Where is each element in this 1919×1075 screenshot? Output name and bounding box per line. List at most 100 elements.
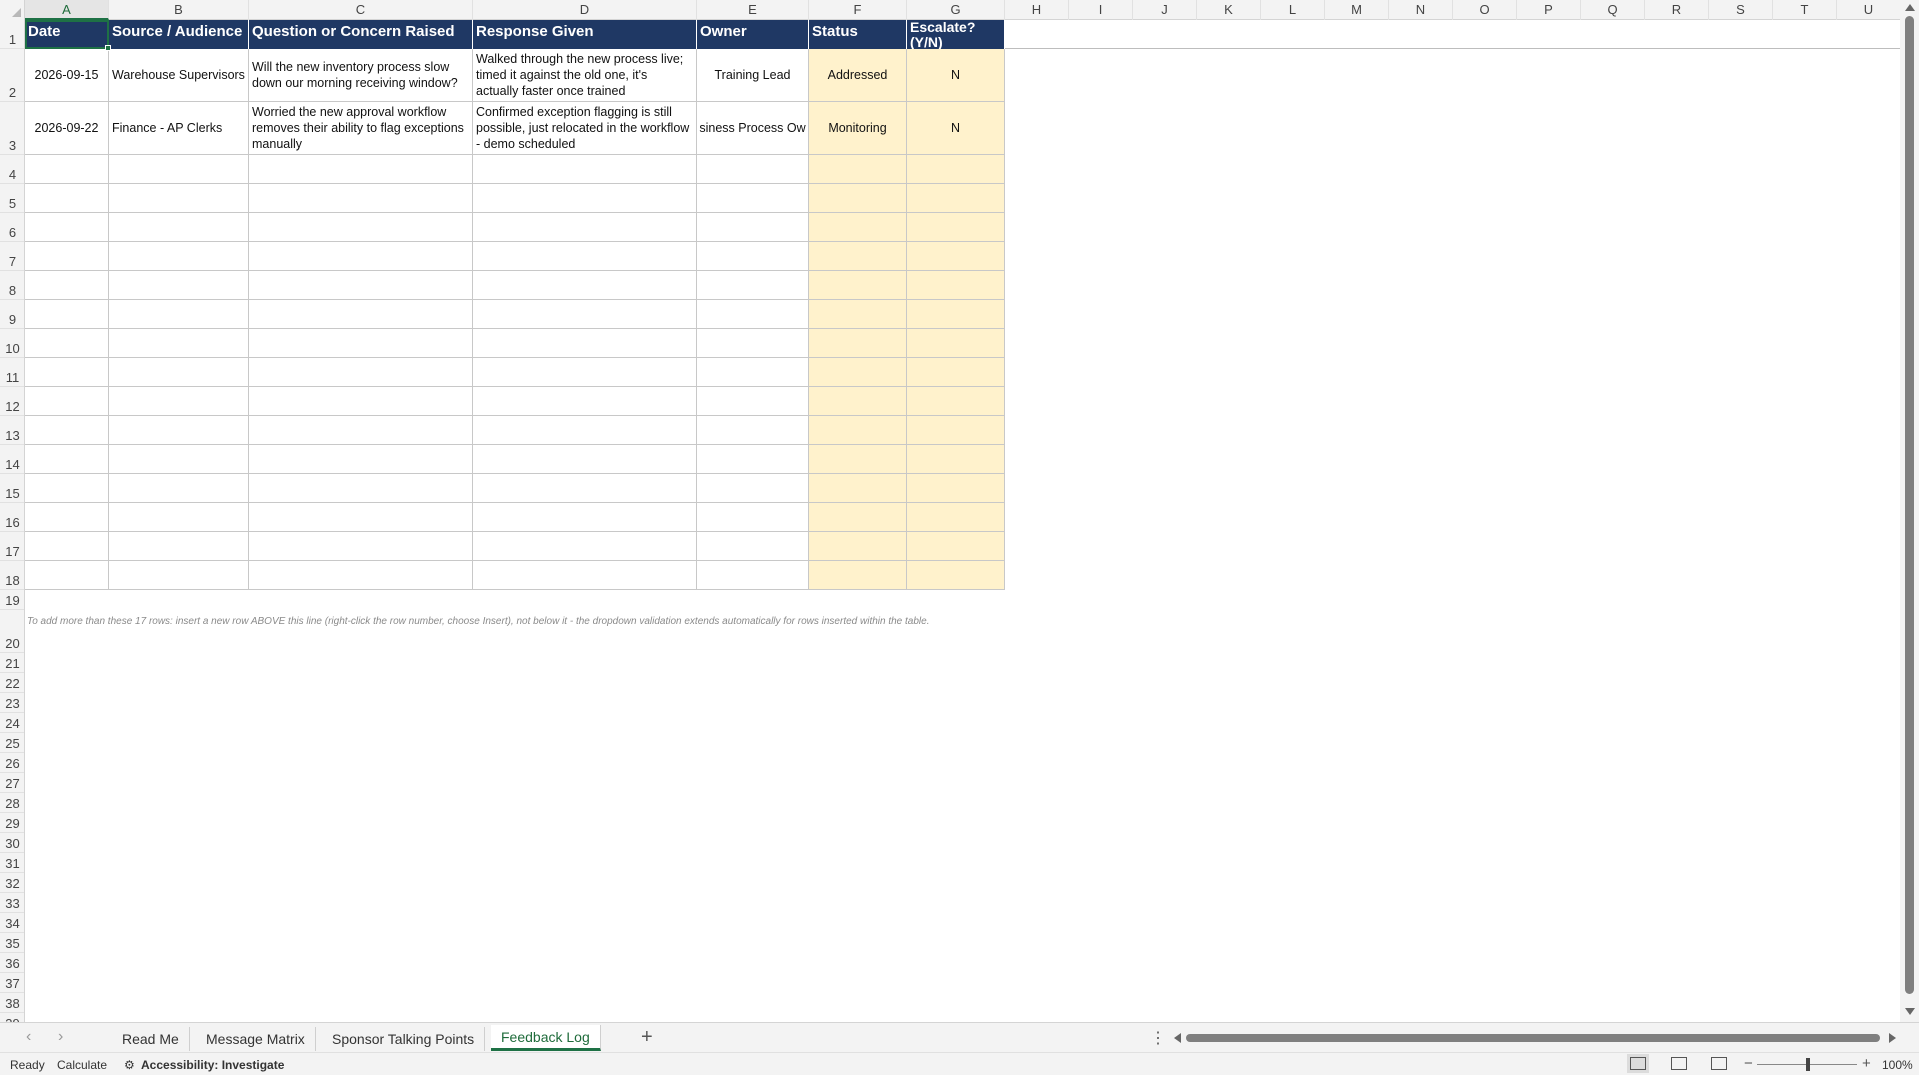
cell-d9[interactable] xyxy=(473,300,697,329)
cell-e17[interactable] xyxy=(697,532,809,561)
cell-g16[interactable] xyxy=(907,503,1005,532)
row-header-6[interactable]: 6 xyxy=(0,213,24,242)
cell-f16[interactable] xyxy=(809,503,907,532)
cell-a16[interactable] xyxy=(25,503,109,532)
row-header-12[interactable]: 12 xyxy=(0,387,24,416)
cell-f7[interactable] xyxy=(809,242,907,271)
row-header-5[interactable]: 5 xyxy=(0,184,24,213)
zoom-in-icon[interactable]: + xyxy=(1862,1055,1871,1072)
cell-e11[interactable] xyxy=(697,358,809,387)
cell-e16[interactable] xyxy=(697,503,809,532)
cell-d5[interactable] xyxy=(473,184,697,213)
cell-g7[interactable] xyxy=(907,242,1005,271)
cell-g11[interactable] xyxy=(907,358,1005,387)
cell-b14[interactable] xyxy=(109,445,249,474)
scroll-right-icon[interactable] xyxy=(1889,1033,1896,1043)
scroll-left-icon[interactable] xyxy=(1174,1033,1181,1043)
header-escalate[interactable]: Escalate? (Y/N) xyxy=(907,20,1005,49)
header-date[interactable]: Date xyxy=(25,20,109,49)
cell-f13[interactable] xyxy=(809,416,907,445)
cell-c16[interactable] xyxy=(249,503,473,532)
cell-d18[interactable] xyxy=(473,561,697,590)
row-header-32[interactable]: 32 xyxy=(0,873,24,893)
row-header-27[interactable]: 27 xyxy=(0,773,24,793)
row-header-28[interactable]: 28 xyxy=(0,793,24,813)
cell-b17[interactable] xyxy=(109,532,249,561)
cell-c18[interactable] xyxy=(249,561,473,590)
cell-g12[interactable] xyxy=(907,387,1005,416)
cell-g2[interactable]: N xyxy=(907,49,1005,102)
cell-e15[interactable] xyxy=(697,474,809,503)
cell-f4[interactable] xyxy=(809,155,907,184)
row-header-37[interactable]: 37 xyxy=(0,973,24,993)
vertical-scrollbar[interactable] xyxy=(1900,0,1919,1022)
cell-g13[interactable] xyxy=(907,416,1005,445)
cell-e18[interactable] xyxy=(697,561,809,590)
row-header-34[interactable]: 34 xyxy=(0,913,24,933)
cell-e3[interactable]: siness Process Ow xyxy=(697,102,809,155)
tab-feedback-log[interactable]: Feedback Log xyxy=(491,1025,601,1051)
row-header-22[interactable]: 22 xyxy=(0,673,24,693)
cell-g6[interactable] xyxy=(907,213,1005,242)
cell-f17[interactable] xyxy=(809,532,907,561)
row-header-1[interactable]: 1 xyxy=(0,20,24,49)
cell-f10[interactable] xyxy=(809,329,907,358)
cell-e9[interactable] xyxy=(697,300,809,329)
column-header-t[interactable]: T xyxy=(1773,0,1837,20)
column-header-j[interactable]: J xyxy=(1133,0,1197,20)
row-header-7[interactable]: 7 xyxy=(0,242,24,271)
cell-g18[interactable] xyxy=(907,561,1005,590)
cell-c12[interactable] xyxy=(249,387,473,416)
row-header-9[interactable]: 9 xyxy=(0,300,24,329)
column-header-f[interactable]: F xyxy=(809,0,907,20)
column-header-n[interactable]: N xyxy=(1389,0,1453,20)
cell-c8[interactable] xyxy=(249,271,473,300)
row-header-26[interactable]: 26 xyxy=(0,753,24,773)
cell-f15[interactable] xyxy=(809,474,907,503)
cell-g5[interactable] xyxy=(907,184,1005,213)
row-header-25[interactable]: 25 xyxy=(0,733,24,753)
cell-b12[interactable] xyxy=(109,387,249,416)
scroll-up-icon[interactable] xyxy=(1905,4,1915,11)
cell-g8[interactable] xyxy=(907,271,1005,300)
row-header-10[interactable]: 10 xyxy=(0,329,24,358)
page-layout-view-icon[interactable] xyxy=(1671,1057,1687,1070)
cell-c14[interactable] xyxy=(249,445,473,474)
cell-f9[interactable] xyxy=(809,300,907,329)
header-question[interactable]: Question or Concern Raised xyxy=(249,20,473,49)
normal-view-icon[interactable] xyxy=(1627,1054,1649,1073)
vertical-scroll-thumb[interactable] xyxy=(1905,16,1914,994)
header-response[interactable]: Response Given xyxy=(473,20,697,49)
column-header-a[interactable]: A xyxy=(25,0,109,20)
cell-a5[interactable] xyxy=(25,184,109,213)
cell-a18[interactable] xyxy=(25,561,109,590)
column-header-r[interactable]: R xyxy=(1645,0,1709,20)
row-header-3[interactable]: 3 xyxy=(0,102,24,155)
cell-a4[interactable] xyxy=(25,155,109,184)
cell-b10[interactable] xyxy=(109,329,249,358)
cell-a12[interactable] xyxy=(25,387,109,416)
cell-e2[interactable]: Training Lead xyxy=(697,49,809,102)
horizontal-scrollbar[interactable] xyxy=(1172,1032,1898,1044)
cell-a17[interactable] xyxy=(25,532,109,561)
prev-sheet-icon[interactable]: ‹ xyxy=(26,1028,31,1046)
column-header-d[interactable]: D xyxy=(473,0,697,20)
zoom-out-icon[interactable]: − xyxy=(1744,1055,1753,1072)
cell-d15[interactable] xyxy=(473,474,697,503)
column-header-o[interactable]: O xyxy=(1453,0,1517,20)
cell-a6[interactable] xyxy=(25,213,109,242)
cell-e4[interactable] xyxy=(697,155,809,184)
cell-d2[interactable]: Walked through the new process live; tim… xyxy=(473,49,697,102)
cell-b2[interactable]: Warehouse Supervisors xyxy=(109,49,249,102)
row-header-19[interactable]: 19 xyxy=(0,590,24,610)
cell-g4[interactable] xyxy=(907,155,1005,184)
next-sheet-icon[interactable]: › xyxy=(58,1028,63,1046)
column-header-e[interactable]: E xyxy=(697,0,809,20)
column-header-c[interactable]: C xyxy=(249,0,473,20)
cell-c2[interactable]: Will the new inventory process slow down… xyxy=(249,49,473,102)
cell-b8[interactable] xyxy=(109,271,249,300)
cell-e8[interactable] xyxy=(697,271,809,300)
column-header-p[interactable]: P xyxy=(1517,0,1581,20)
cell-c5[interactable] xyxy=(249,184,473,213)
cell-d6[interactable] xyxy=(473,213,697,242)
